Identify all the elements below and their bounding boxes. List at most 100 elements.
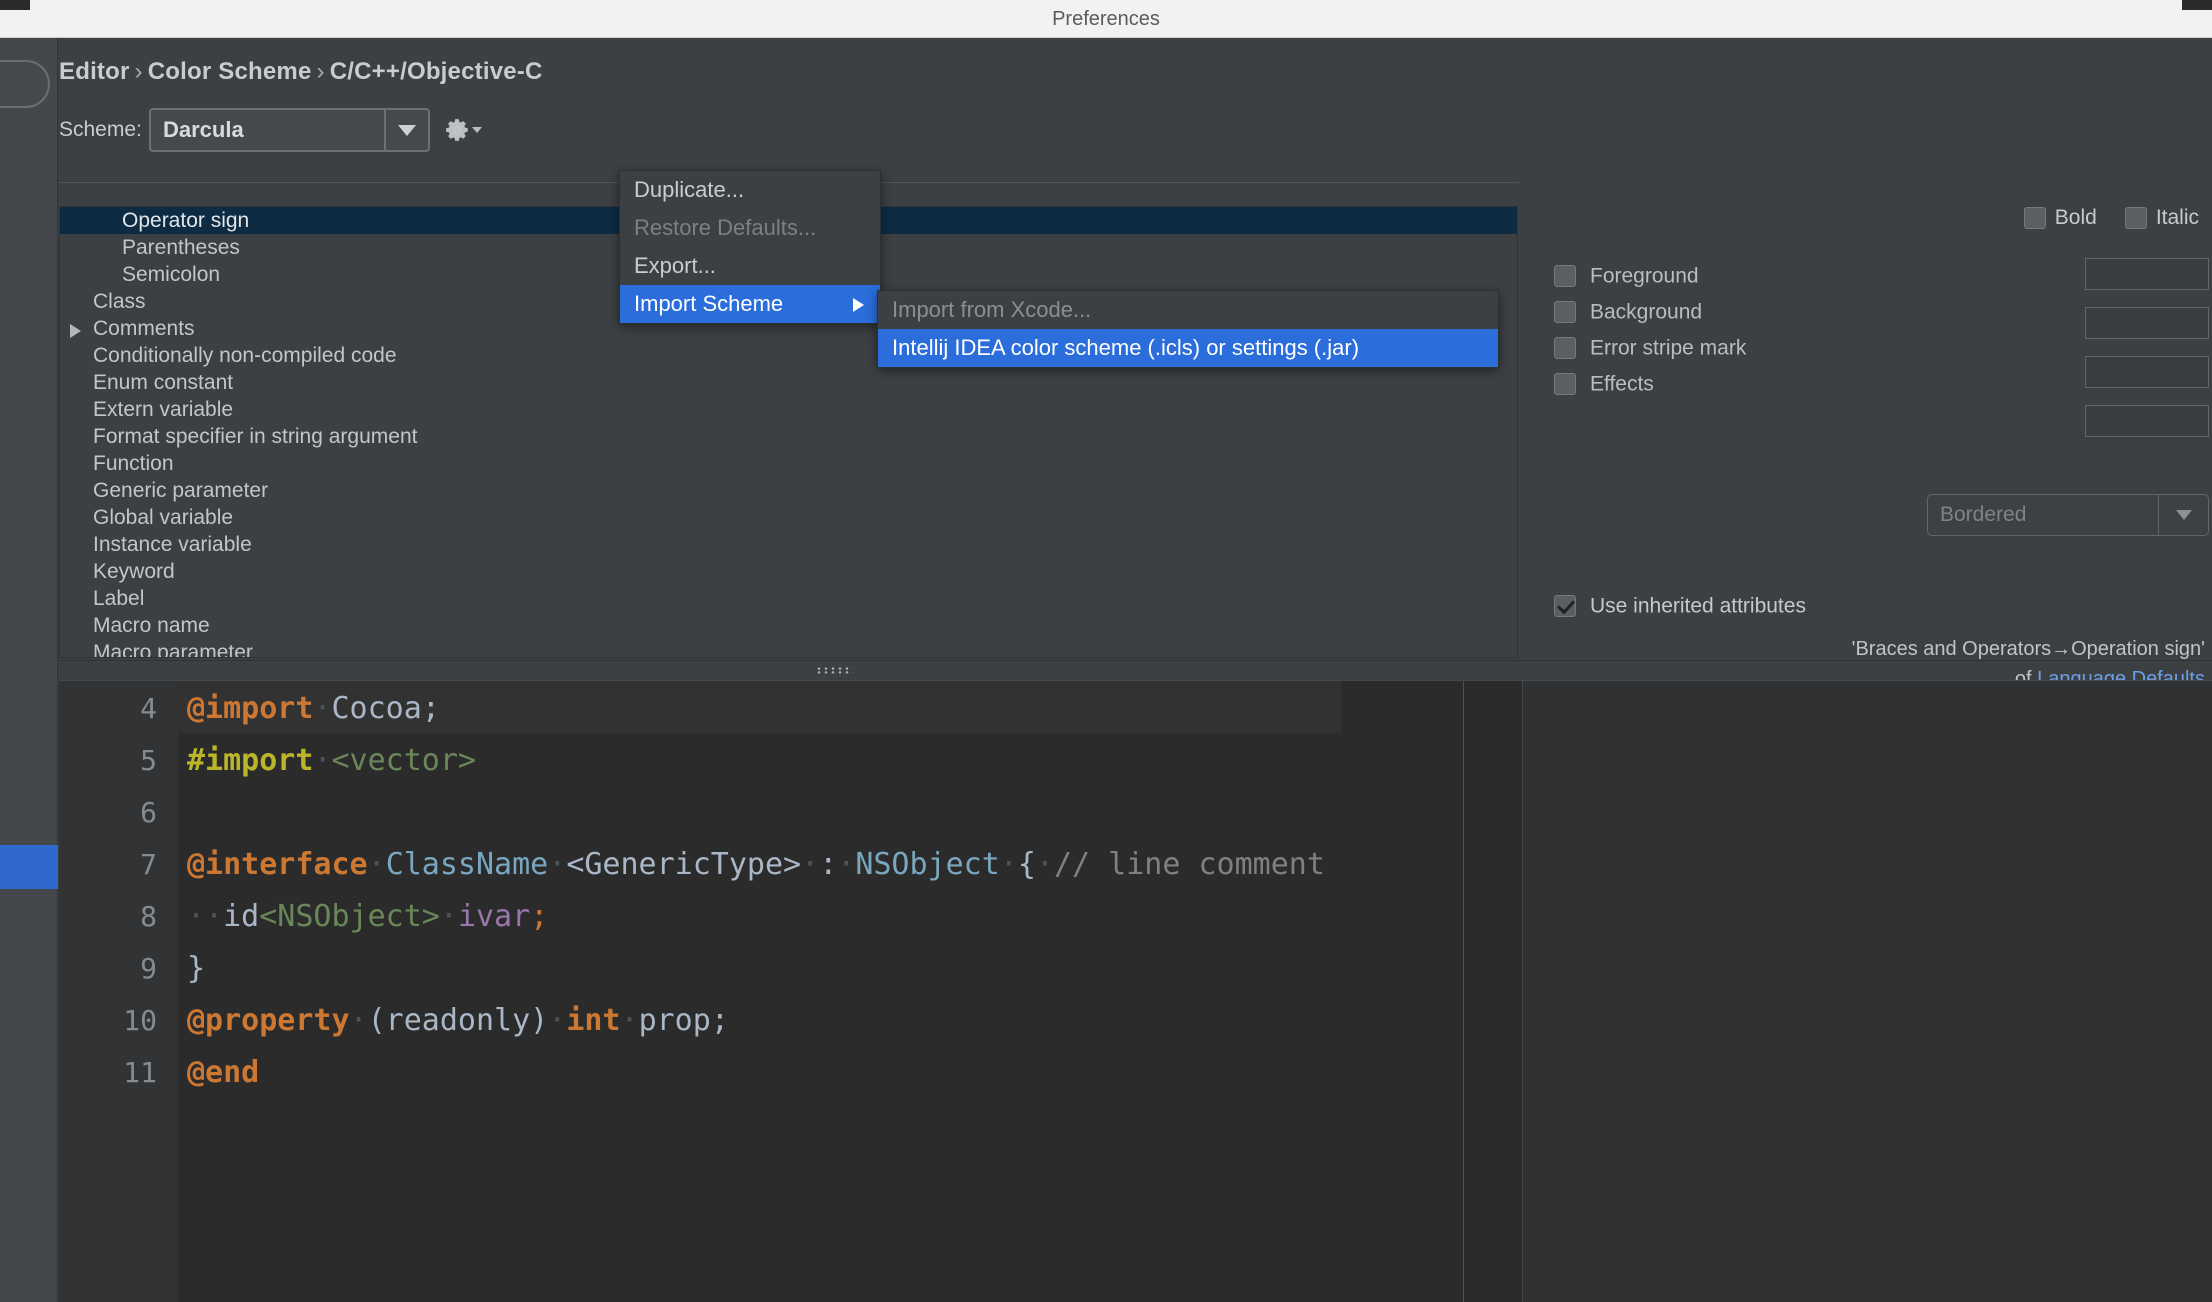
effects-checkbox[interactable] [1554, 373, 1576, 396]
tree-item[interactable]: Global variable [60, 504, 1517, 531]
code-token: · [837, 847, 856, 882]
tree-item[interactable]: Macro parameter [60, 639, 1517, 658]
code-token: @interface [187, 847, 368, 882]
scheme-label: Scheme: [59, 118, 142, 141]
menu-item-label: Duplicate... [634, 177, 745, 202]
code-token: ·· [187, 899, 224, 934]
tree-item[interactable]: Keyword [60, 558, 1517, 585]
window-title: Preferences [1052, 8, 1160, 30]
line-number: 7 [140, 848, 157, 881]
line-number: 6 [140, 796, 157, 829]
foreground-checkbox[interactable] [1554, 265, 1576, 288]
submenu-item-label: Intellij IDEA color scheme (.icls) or se… [892, 335, 1360, 360]
gear-icon [446, 119, 468, 141]
submenu-arrow-icon [853, 298, 864, 312]
code-token: (readonly) [367, 1003, 549, 1038]
menu-item-label: Restore Defaults... [634, 215, 817, 240]
code-token: ; [421, 691, 440, 726]
code-token: Cocoa [331, 691, 422, 726]
menu-item[interactable]: Import Scheme [620, 285, 880, 323]
tree-item-label: Extern variable [93, 398, 234, 421]
line-number: 9 [140, 952, 157, 985]
breadcrumb-item-color-scheme[interactable]: Color Scheme [148, 58, 312, 85]
code-token: id [223, 899, 260, 934]
tree-item[interactable]: Label [60, 585, 1517, 612]
code-token: { [1017, 847, 1036, 882]
tree-item-label: Enum constant [93, 371, 234, 394]
menu-item-label: Import Scheme [634, 291, 784, 316]
foreground-row: Foreground [1554, 264, 1699, 288]
code-token: @import [187, 691, 314, 726]
code-token: NSObject [855, 847, 1000, 882]
code-token: · [313, 691, 332, 726]
code-token: ; [530, 899, 549, 934]
tree-item-label: Semicolon [122, 263, 221, 286]
use-inherited-attributes-label: Use inherited attributes [1590, 594, 1806, 618]
tree-item[interactable]: Enum constant [60, 369, 1517, 396]
code-token: int [566, 1003, 621, 1038]
effects-color-swatch[interactable] [2085, 405, 2209, 437]
expand-arrow-icon[interactable] [70, 324, 81, 338]
breadcrumb-item-language: C/C++/Objective-C [329, 58, 543, 85]
tree-item[interactable]: Format specifier in string argument [60, 423, 1517, 450]
settings-sidebar [0, 38, 58, 1302]
code-token: #import [187, 743, 314, 778]
menu-item-label: Export... [634, 253, 716, 278]
menu-item[interactable]: Export... [620, 247, 880, 285]
scheme-combobox-arrow[interactable] [384, 110, 428, 150]
effect-type-arrow[interactable] [2158, 495, 2208, 535]
scheme-combobox[interactable]: Darcula [149, 108, 430, 152]
tree-item[interactable]: Function [60, 450, 1517, 477]
foreground-color-swatch[interactable] [2085, 258, 2209, 290]
sidebar-search-input[interactable] [0, 60, 50, 108]
use-inherited-attributes-checkbox[interactable] [1554, 595, 1576, 618]
panel-splitter[interactable] [59, 660, 2212, 680]
tree-item[interactable]: Extern variable [60, 396, 1517, 423]
sidebar-item-selected[interactable] [0, 845, 58, 889]
tree-item-label: Conditionally non-compiled code [93, 344, 397, 367]
code-line-content: @end [187, 1047, 259, 1099]
breadcrumb-item-editor[interactable]: Editor [59, 58, 130, 85]
code-token: · [367, 847, 386, 882]
tree-item-label: Function [93, 452, 174, 475]
splitter-line [59, 660, 2212, 661]
background-checkbox[interactable] [1554, 301, 1576, 324]
tree-item-label: Class [93, 290, 146, 313]
bold-checkbox[interactable] [2023, 207, 2046, 230]
code-line-content: @property·(readonly)·int·prop; [187, 995, 729, 1047]
effect-type-combobox[interactable]: Bordered [1927, 494, 2209, 536]
code-line-content: @import·Cocoa; [187, 683, 440, 735]
tree-item-label: Macro parameter [93, 641, 253, 658]
code-token: · [313, 743, 332, 778]
tree-item[interactable]: Generic parameter [60, 477, 1517, 504]
line-number: 5 [140, 744, 157, 777]
code-token: · [999, 847, 1018, 882]
tree-item[interactable]: Instance variable [60, 531, 1517, 558]
italic-checkbox[interactable] [2124, 207, 2147, 230]
gear-dropdown-caret-icon [472, 127, 482, 133]
background-color-swatch[interactable] [2085, 307, 2209, 339]
attributes-panel: Bold Italic Foreground Background Error s… [1539, 206, 2209, 690]
background-label: Background [1590, 300, 1703, 324]
error-stripe-checkbox[interactable] [1554, 337, 1576, 360]
use-inherited-attributes-row: Use inherited attributes [1554, 594, 1806, 618]
breadcrumb-separator: › [316, 58, 325, 85]
code-token: ivar [457, 899, 531, 934]
tree-item[interactable]: Macro name [60, 612, 1517, 639]
tree-item-label: Parentheses [122, 236, 240, 259]
code-preview-editor[interactable]: 4 @import·Cocoa; 5 #import·<vector> 6 7 @inter… [59, 680, 2212, 1302]
code-token: @property [187, 1003, 350, 1038]
code-line: 7 @interface·ClassName·<GenericType>·:·NS… [59, 839, 2212, 891]
menu-item[interactable]: Duplicate... [620, 171, 880, 209]
tree-item-label: Format specifier in string argument [93, 425, 418, 448]
code-line: 5 #import·<vector> [59, 735, 2212, 787]
line-number: 8 [140, 900, 157, 933]
submenu-item[interactable]: Intellij IDEA color scheme (.icls) or se… [878, 329, 1498, 367]
submenu-item: Import from Xcode... [878, 291, 1498, 329]
code-token: @end [187, 1055, 260, 1090]
scheme-settings-gear-button[interactable] [444, 114, 482, 146]
scheme-gear-menu[interactable]: Duplicate... Restore Defaults... Export...… [619, 170, 881, 324]
bold-label: Bold [2054, 206, 2097, 230]
import-scheme-submenu[interactable]: Import from Xcode... Intellij IDEA color … [877, 290, 1499, 368]
error-stripe-color-swatch[interactable] [2085, 356, 2209, 388]
